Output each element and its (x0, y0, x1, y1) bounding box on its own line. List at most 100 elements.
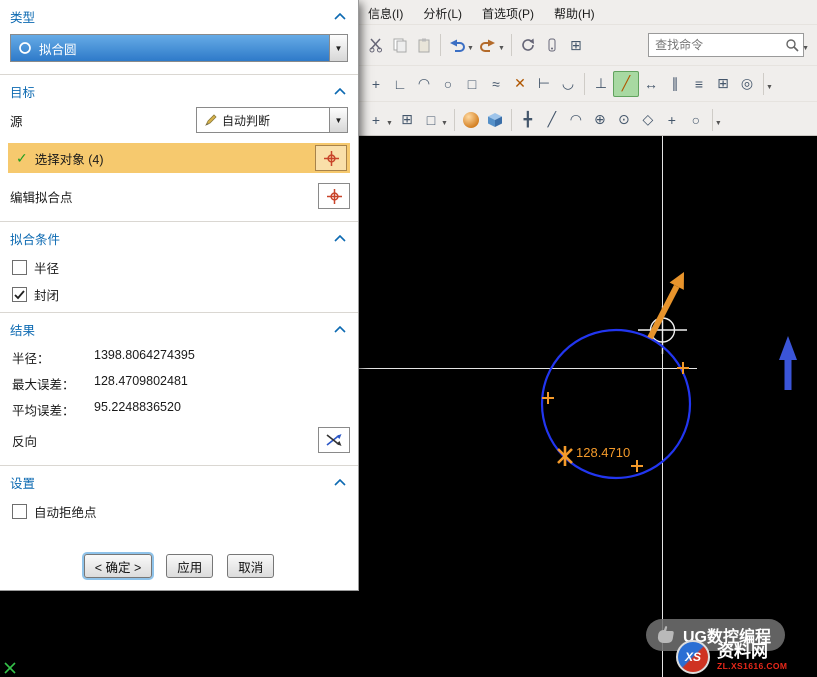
section-header-type[interactable]: 类型 (0, 0, 358, 30)
apply-button[interactable]: 应用 (166, 554, 213, 578)
collapse-chevron-icon[interactable] (334, 88, 346, 95)
radius-result-label: 半径： (12, 348, 94, 367)
menu-help[interactable]: 帮助(H) (554, 5, 595, 22)
toolbar-divider (511, 34, 512, 56)
collapse-chevron-icon[interactable] (334, 235, 346, 242)
toolbar-options-caret-icon[interactable]: ▼ (802, 45, 809, 52)
pan-icon[interactable]: ╋ (516, 108, 540, 132)
direction-arrow[interactable] (650, 272, 684, 338)
menu-bar: 信息(I) 分析(L) 首选项(P) 帮助(H) (358, 0, 817, 24)
auto-reject-label: 自动拒绝点 (34, 502, 97, 521)
fit-circle-icon (18, 41, 32, 55)
collapse-chevron-icon[interactable] (334, 326, 346, 333)
extend-icon[interactable]: ⊢ (532, 72, 556, 96)
sketch-arc-icon[interactable]: ◠ (412, 72, 436, 96)
collapse-chevron-icon[interactable] (334, 479, 346, 486)
fillet-icon[interactable]: ◡ (556, 72, 580, 96)
radius-checkbox[interactable] (12, 260, 27, 275)
view-cube-icon[interactable] (483, 108, 507, 132)
point-dialog-caret-icon[interactable]: ▼ (386, 120, 393, 127)
work-plane-icon[interactable]: ⊞ (395, 108, 419, 132)
snap-endpoint-icon[interactable]: ⊕ (588, 108, 612, 132)
touch-mode-icon[interactable] (540, 33, 564, 57)
snap-arc-icon[interactable]: ◠ (564, 108, 588, 132)
point-constructor-icon (323, 150, 340, 167)
repeat-command-icon[interactable] (516, 33, 540, 57)
topbar: 信息(I) 分析(L) 首选项(P) 帮助(H) ▼ ▼ (358, 0, 817, 136)
command-finder-input[interactable] (653, 37, 785, 53)
snap-center-icon[interactable]: ⊙ (612, 108, 636, 132)
snap-intersection-icon[interactable]: + (660, 108, 684, 132)
auto-dimension-icon[interactable]: ╱ (613, 71, 639, 97)
sketch-circle-icon[interactable]: ○ (436, 72, 460, 96)
redo-caret-icon[interactable]: ▼ (498, 45, 505, 52)
geometric-constraint-icon[interactable]: ⊥ (589, 72, 613, 96)
parallel-constraint-icon[interactable]: ∥ (663, 72, 687, 96)
point-dialog-icon[interactable]: + (364, 108, 388, 132)
watermark-site: XS 资料网 ZL.XS1616.COM (676, 640, 787, 674)
quick-trim-icon[interactable]: ✕ (508, 72, 532, 96)
axis-arrow-blue[interactable] (779, 336, 797, 390)
type-dropdown-arrow[interactable]: ▼ (329, 35, 347, 61)
select-object-row[interactable]: ✓ 选择对象 (4) (8, 143, 350, 173)
sketch-tools-caret-icon[interactable]: ▼ (766, 84, 773, 91)
sketch-point-icon[interactable]: + (364, 72, 388, 96)
mirror-curve-icon[interactable]: ≡ (687, 72, 711, 96)
menu-analysis[interactable]: 分析(L) (423, 5, 462, 22)
toolbar-view-snap: + ▼ ⊞ □ ▼ ╋ ╱ ◠ ⊕ ⊙ ◇ + ○ ▼ (358, 101, 817, 137)
section-title-type: 类型 (10, 7, 35, 26)
section-header-settings[interactable]: 设置 (0, 466, 358, 496)
selection-rect-icon[interactable]: □ (419, 108, 443, 132)
pattern-curve-icon[interactable]: ⊞ (711, 72, 735, 96)
sketch-rectangle-icon[interactable]: □ (460, 72, 484, 96)
copy-icon[interactable] (388, 33, 412, 57)
reverse-direction-icon (325, 433, 343, 447)
reverse-row: 反向 (8, 427, 350, 453)
watermark-site-text: 资料网 (717, 643, 787, 662)
closed-checkbox[interactable] (12, 287, 27, 302)
radius-condition-label: 半径 (34, 258, 59, 277)
redo-icon[interactable] (476, 33, 500, 57)
menu-preferences[interactable]: 首选项(P) (482, 5, 534, 22)
watermark-url-text: ZL.XS1616.COM (717, 662, 787, 671)
type-dropdown-value: 拟合圆 (39, 39, 77, 58)
point-constructor-button[interactable] (315, 145, 347, 171)
offset-curve-icon[interactable]: ◎ (735, 72, 759, 96)
source-dropdown[interactable]: 自动判断 ▼ (196, 107, 348, 133)
menu-info[interactable]: 信息(I) (368, 5, 403, 22)
command-finder[interactable] (648, 33, 804, 57)
snap-options-caret-icon[interactable]: ▼ (715, 120, 722, 127)
type-dropdown[interactable]: 拟合圆 ▼ (10, 34, 348, 62)
ok-button[interactable]: < 确定 > (84, 554, 153, 578)
source-dropdown-arrow[interactable]: ▼ (329, 108, 347, 132)
window-icon[interactable]: ⊞ (564, 33, 588, 57)
edit-fit-points-button[interactable] (318, 183, 350, 209)
section-title-results: 结果 (10, 320, 35, 339)
section-header-target[interactable]: 目标 (0, 75, 358, 105)
sketch-profile-icon[interactable]: ∟ (388, 72, 412, 96)
sketch-spline-icon[interactable]: ≈ (484, 72, 508, 96)
source-row: 源 自动判断 ▼ (0, 105, 358, 135)
section-header-results[interactable]: 结果 (0, 313, 358, 343)
auto-reject-checkbox[interactable] (12, 504, 27, 519)
snap-tangent-icon[interactable]: ○ (684, 108, 708, 132)
undo-icon[interactable] (445, 33, 469, 57)
shaded-view-icon[interactable] (459, 108, 483, 132)
paste-icon[interactable] (412, 33, 436, 57)
selection-rect-caret-icon[interactable]: ▼ (441, 120, 448, 127)
undo-caret-icon[interactable]: ▼ (467, 45, 474, 52)
infer-icon (204, 114, 217, 127)
toolbar-standard: ▼ ▼ ⊞ ▼ (358, 24, 817, 65)
toolbar-divider (454, 109, 455, 131)
collapse-chevron-icon[interactable] (334, 13, 346, 20)
snap-quadrant-icon[interactable]: ◇ (636, 108, 660, 132)
toolbar-divider (511, 109, 512, 131)
reverse-direction-button[interactable] (318, 427, 350, 453)
toolbar-divider (763, 73, 764, 95)
dimension-icon[interactable]: ↔ (639, 72, 663, 96)
cut-icon[interactable] (364, 33, 388, 57)
section-header-conditions[interactable]: 拟合条件 (0, 222, 358, 252)
cancel-button[interactable]: 取消 (227, 554, 274, 578)
edit-fit-points-icon (326, 188, 343, 205)
snap-line-icon[interactable]: ╱ (540, 108, 564, 132)
